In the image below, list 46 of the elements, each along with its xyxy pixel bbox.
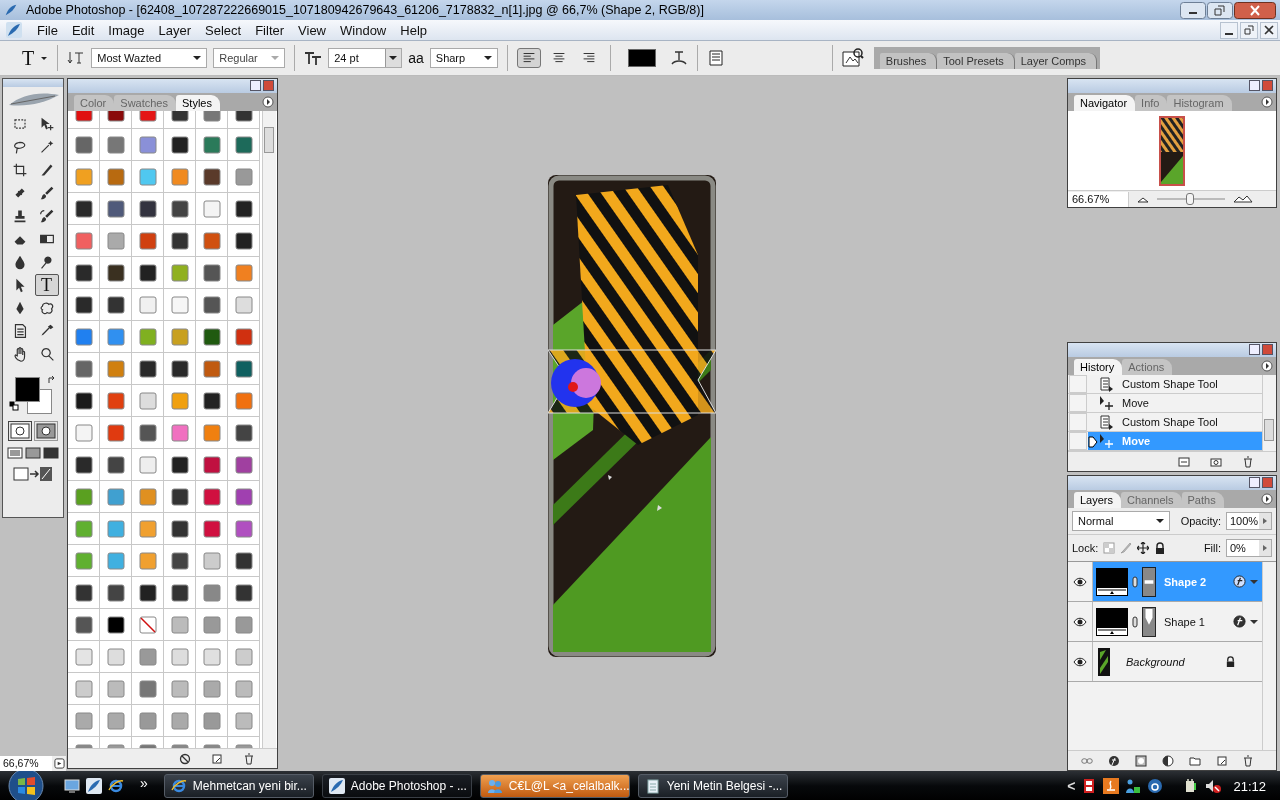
palette-tab[interactable]: Layer Comps — [1014, 53, 1098, 69]
opacity-label: Opacity: — [1180, 515, 1221, 527]
palette-tab[interactable]: Brushes — [879, 53, 938, 69]
antialias-dropdown[interactable]: Sharp — [429, 48, 498, 68]
panel-tab[interactable]: Styles — [176, 95, 220, 111]
panel-tab[interactable]: Navigator — [1074, 95, 1136, 111]
taskbar-button[interactable]: Yeni Metin Belgesi -... — [637, 774, 788, 798]
font-size-field[interactable]: 24 pt — [328, 48, 403, 68]
blend-mode-dropdown[interactable]: Normal — [1072, 511, 1170, 531]
zoom-field[interactable]: 66.67% — [1068, 191, 1129, 207]
clock[interactable]: 21:12 — [1233, 778, 1266, 794]
menu-item[interactable]: View — [291, 22, 333, 38]
layer-row[interactable]: Background — [1093, 642, 1262, 681]
menu-item[interactable]: Layer — [151, 22, 199, 38]
lock-label: Lock: — [1072, 542, 1099, 554]
layer-name: Shape 2 — [1164, 575, 1208, 588]
panel-tab[interactable]: Layers — [1074, 492, 1122, 508]
layer-name: Background — [1126, 655, 1186, 668]
zoom-field[interactable]: 66,67% — [0, 756, 52, 771]
layer-name: Shape 1 — [1164, 615, 1206, 628]
history-state[interactable]: Move — [1088, 394, 1262, 412]
menu-item[interactable]: Window — [333, 22, 394, 38]
palette-tab[interactable]: Tool Presets — [937, 53, 1015, 69]
menu-item[interactable]: Image — [101, 22, 152, 38]
menu-item[interactable]: Help — [393, 22, 434, 38]
menu-item[interactable]: File — [30, 22, 65, 38]
chevron-button[interactable]: » — [140, 775, 148, 791]
type-tool-button[interactable]: T — [34, 274, 59, 296]
font-style-dropdown[interactable]: Regular — [213, 48, 286, 68]
font-family-dropdown[interactable]: Most Wazted — [91, 48, 208, 68]
fill-field[interactable]: 0% — [1226, 539, 1272, 557]
opacity-field[interactable]: 100% — [1226, 512, 1272, 530]
taskbar-button[interactable]: Adobe Photoshop - ... — [321, 774, 472, 798]
panel-tab[interactable]: History — [1074, 359, 1123, 375]
taskbar-button[interactable]: Mehmetcan yeni bir... — [163, 774, 314, 798]
layer-row[interactable]: Shape 1 — [1093, 602, 1262, 641]
history-state[interactable]: Custom Shape Tool — [1088, 375, 1262, 393]
window-title: Adobe Photoshop - [62408_107287222669015_107180942679643_61206_7178832_n[1].jpg @ 66,7% (Shape 2, RGB/8)] — [26, 3, 704, 17]
tray-chevron-button[interactable]: < — [1067, 778, 1076, 794]
antialias-label: aa — [408, 50, 424, 66]
menu-item[interactable]: Edit — [64, 22, 102, 38]
tool-preset-picker[interactable]: T — [22, 46, 35, 70]
menu-item[interactable]: Filter — [248, 22, 292, 38]
fill-label: Fill: — [1203, 542, 1221, 554]
history-state[interactable]: Custom Shape Tool — [1088, 413, 1262, 431]
menu-item[interactable]: Select — [198, 22, 249, 38]
